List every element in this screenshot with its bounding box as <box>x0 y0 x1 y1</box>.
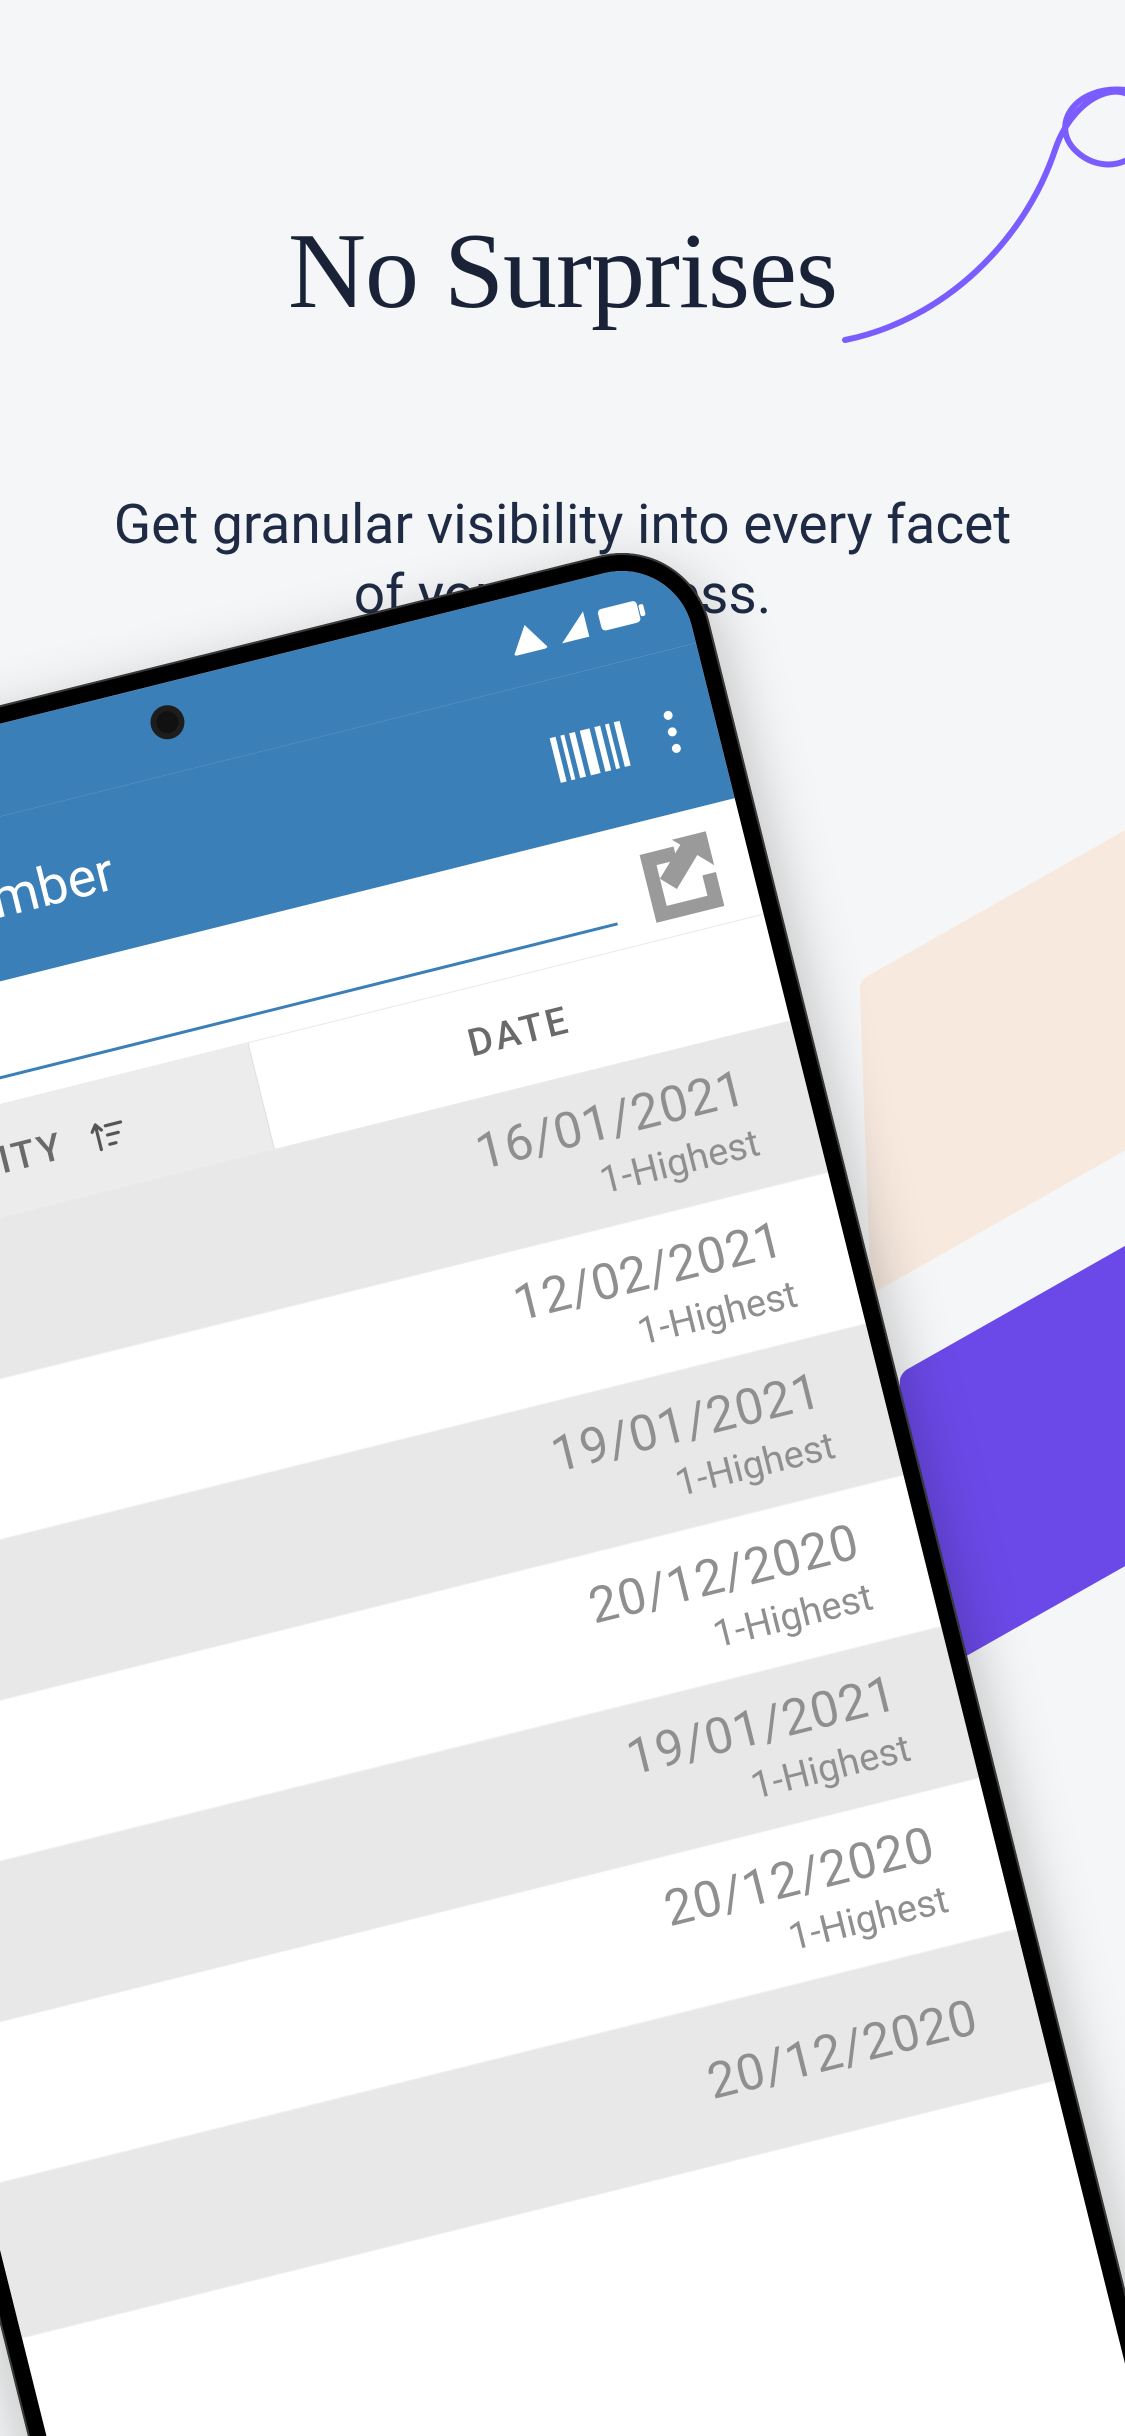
marketing-headline: No Surprises <box>0 210 1125 334</box>
battery-icon <box>597 600 641 631</box>
overflow-menu-icon[interactable] <box>663 709 682 753</box>
column-header-date-label: DATE <box>463 998 574 1066</box>
barcode-scan-icon[interactable] <box>550 721 631 783</box>
export-icon[interactable] <box>622 824 724 926</box>
cell-signal-icon <box>556 611 589 643</box>
phone-screen: 10:47 Pick Number <box>0 556 1125 2436</box>
row-date: 20/12/2020 <box>702 1988 984 2111</box>
phone-frame: 10:47 Pick Number <box>0 534 1125 2436</box>
phone-mockup: 10:47 Pick Number <box>0 510 1125 2436</box>
pick-list: 16/01/20211-Highest 12/02/20211-Highest … <box>0 1021 1055 2338</box>
column-header-priority-label: PRIORITY <box>0 1124 69 1213</box>
wifi-icon <box>507 621 549 657</box>
sort-ascending-icon <box>84 1112 130 1158</box>
